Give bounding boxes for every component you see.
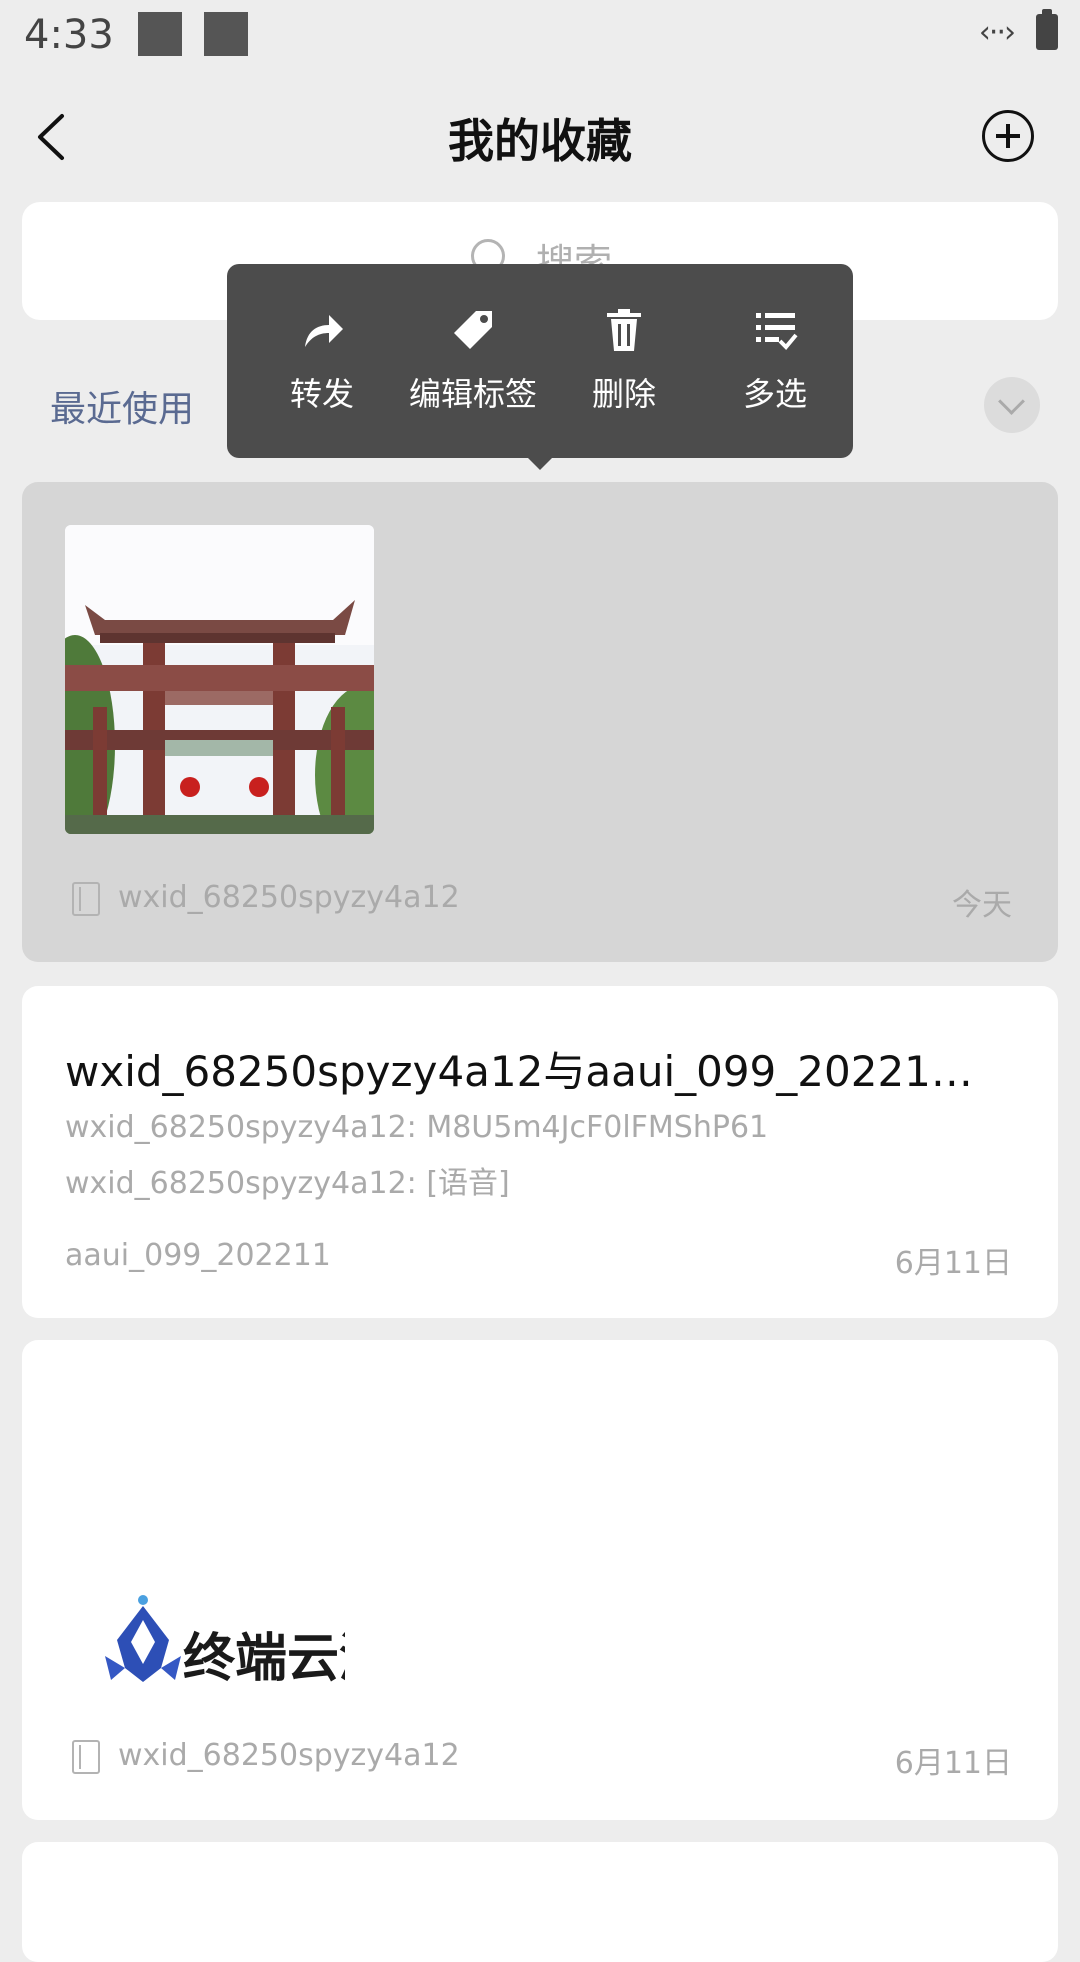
status-icons: ‹··› [978, 9, 1058, 50]
delete-label: 删除 [591, 375, 656, 413]
favorite-image-thumbnail[interactable] [65, 525, 374, 834]
status-time: 4:33 [24, 12, 114, 58]
multi-select-menu-item[interactable]: 多选 [700, 264, 850, 458]
delete-menu-item[interactable]: 删除 [549, 264, 699, 458]
multi-select-icon [756, 313, 798, 350]
favorite-date: 今天 [952, 888, 1012, 923]
trash-icon [607, 309, 641, 351]
chat-history-title: wxid_68250spyzy4a12与aaui_099_202211... [65, 1047, 995, 1096]
note-icon [72, 1740, 100, 1774]
brand-logo: 终端云测 [105, 1595, 391, 1689]
context-menu: 转发 编辑标签 删除 多选 [227, 264, 853, 458]
context-menu-pointer [526, 456, 554, 470]
expand-filter-button[interactable] [984, 377, 1040, 433]
gate-photo [65, 525, 374, 834]
favorite-source: aaui_099_202211 [65, 1238, 331, 1273]
page-title: 我的收藏 [448, 114, 632, 168]
nfc-icon: ‹··› [978, 14, 1016, 50]
chat-history-line: wxid_68250spyzy4a12: [语音] [65, 1166, 510, 1201]
edit-tags-menu-item[interactable]: 编辑标签 [398, 264, 548, 458]
multi-select-label: 多选 [742, 375, 807, 413]
notification-icon [204, 12, 248, 56]
favorite-date: 6月11日 [894, 1246, 1012, 1281]
forward-menu-item[interactable]: 转发 [247, 264, 397, 458]
battery-icon [1036, 9, 1058, 50]
note-icon [72, 882, 100, 916]
recent-used-filter[interactable]: 最近使用 [50, 380, 194, 432]
chat-history-line: wxid_68250spyzy4a12: M8U5m4JcF0lFMShP61 [65, 1110, 769, 1145]
notification-icon [138, 12, 182, 56]
favorite-item[interactable] [22, 1842, 1058, 1962]
forward-label: 转发 [289, 375, 354, 413]
favorite-source: wxid_68250spyzy4a12 [118, 1738, 460, 1773]
add-button[interactable] [982, 110, 1034, 162]
logo-image[interactable]: 终端云测 [95, 1590, 391, 1700]
tag-icon [454, 311, 492, 349]
share-arrow-icon [305, 315, 343, 347]
favorite-date: 6月11日 [894, 1746, 1012, 1781]
edit-tags-label: 编辑标签 [408, 375, 537, 413]
favorite-source: wxid_68250spyzy4a12 [118, 880, 460, 915]
logo-text: 终端云测 [183, 1629, 345, 1689]
